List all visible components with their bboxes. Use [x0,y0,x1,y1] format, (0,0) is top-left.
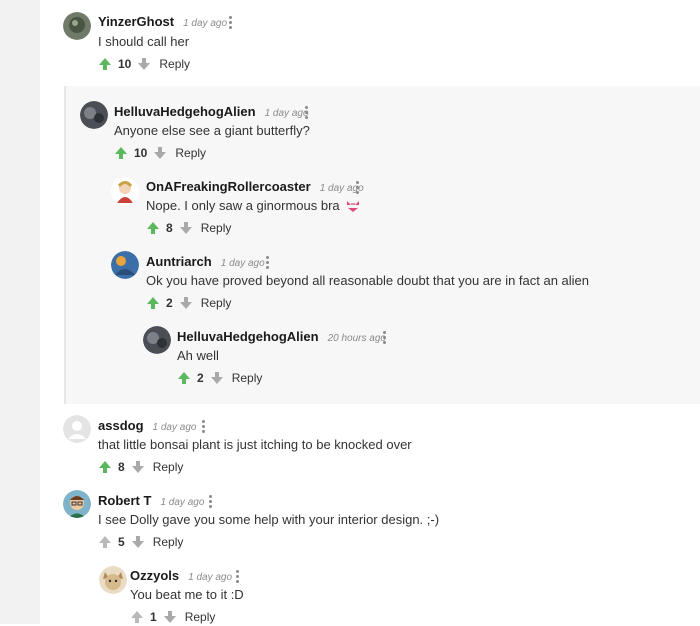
upvote-icon[interactable] [130,610,144,624]
vote-count: 2 [197,371,204,385]
username[interactable]: assdog [98,418,144,433]
upvote-icon[interactable] [146,296,160,310]
timestamp: 1 day ago [188,572,233,583]
reply-button[interactable]: Reply [201,221,232,235]
reply-button[interactable]: Reply [175,146,206,160]
more-options-icon[interactable] [236,570,240,584]
timestamp: 1 day ago [183,18,228,29]
more-options-icon[interactable] [229,16,233,30]
downvote-icon[interactable] [131,460,145,474]
avatar[interactable] [80,101,108,129]
username[interactable]: Robert T [98,493,151,508]
username[interactable]: HelluvaHedgehogAlien [114,104,256,119]
vote-count: 5 [118,535,125,549]
bikini-icon [346,200,359,212]
downvote-icon[interactable] [163,610,177,624]
timestamp: 1 day ago [220,258,265,269]
more-options-icon[interactable] [383,331,387,345]
username[interactable]: HelluvaHedgehogAlien [177,329,319,344]
comment-text: I should call her [98,34,190,49]
timestamp: 1 day ago [152,422,197,433]
avatar[interactable] [63,12,91,40]
more-options-icon[interactable] [305,106,309,120]
username[interactable]: Ozzyols [130,568,179,583]
vote-count: 1 [150,610,157,624]
reply-button[interactable]: Reply [153,460,184,474]
username[interactable]: Auntriarch [146,254,212,269]
upvote-icon[interactable] [98,535,112,549]
avatar[interactable] [99,566,127,594]
left-gutter [0,0,40,624]
vote-count: 10 [134,146,148,160]
avatar[interactable] [143,326,171,354]
reply-button[interactable]: Reply [185,610,216,624]
more-options-icon[interactable] [209,495,213,509]
upvote-icon[interactable] [177,371,191,385]
downvote-icon[interactable] [153,146,167,160]
downvote-icon[interactable] [179,221,193,235]
upvote-icon[interactable] [98,57,112,71]
vote-count: 8 [166,221,173,235]
more-options-icon[interactable] [356,181,360,195]
downvote-icon[interactable] [179,296,193,310]
comment-text: that little bonsai plant is just itching… [98,437,412,452]
more-options-icon[interactable] [202,420,206,434]
reply-button[interactable]: Reply [201,296,232,310]
comment-text: I see Dolly gave you some help with your… [98,512,440,527]
downvote-icon[interactable] [210,371,224,385]
vote-count: 10 [118,57,132,71]
comment-text: Ok you have proved beyond all reasonable… [146,273,590,288]
vote-count: 2 [166,296,173,310]
username[interactable]: OnAFreakingRollercoaster [146,179,311,194]
comment-text: Anyone else see a giant butterfly? [114,123,310,138]
downvote-icon[interactable] [131,535,145,549]
upvote-icon[interactable] [146,221,160,235]
avatar[interactable] [111,177,139,205]
comment-text: Nope. I only saw a ginormous bra [146,198,340,213]
upvote-icon[interactable] [114,146,128,160]
reply-button[interactable]: Reply [159,57,190,71]
timestamp: 1 day ago [160,497,205,508]
timestamp: 20 hours ago [327,333,386,344]
upvote-icon[interactable] [98,460,112,474]
vote-count: 8 [118,460,125,474]
avatar[interactable] [63,490,91,518]
username[interactable]: YinzerGhost [98,14,174,29]
downvote-icon[interactable] [137,57,151,71]
reply-button[interactable]: Reply [232,371,263,385]
timestamp: 1 day ago [264,108,309,119]
comment-text: Ah well [177,348,219,363]
reply-button[interactable]: Reply [153,535,184,549]
more-options-icon[interactable] [266,256,270,270]
avatar[interactable] [63,415,91,443]
comment-text: You beat me to it :D [130,587,244,602]
avatar[interactable] [111,251,139,279]
